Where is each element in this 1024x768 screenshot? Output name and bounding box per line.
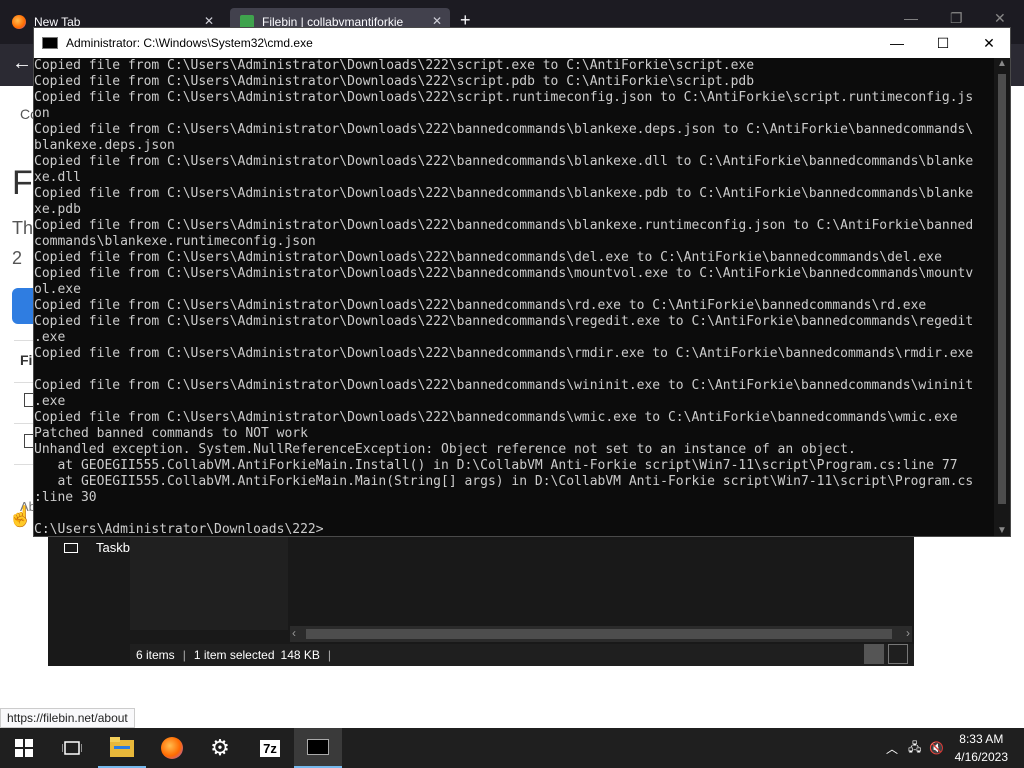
scrollbar-thumb[interactable] [998, 74, 1006, 504]
console-line: Copied file from C:\Users\Administrator\… [34, 218, 974, 233]
console-line: C:\Users\Administrator\Downloads\222> [34, 522, 324, 536]
network-icon[interactable]: 🖧 [908, 738, 921, 759]
clock[interactable]: 8:33 AM 4/16/2023 [955, 730, 1008, 766]
volume-muted-icon[interactable]: 🔇 [929, 741, 944, 755]
console-line: on [34, 106, 50, 121]
task-view-icon [62, 741, 82, 755]
console-line: blankexe.deps.json [34, 138, 175, 153]
large-icons-view-icon[interactable] [888, 644, 908, 664]
console-line: at GEOEGII555.CollabVM.AntiForkieMain.Ma… [34, 474, 974, 489]
console-line: .exe [34, 330, 66, 345]
console-line: Copied file from C:\Users\Administrator\… [34, 266, 974, 281]
taskbar: ⚙ 7z ︿ 🖧 🔇 8:33 AM 4/16/2023 [0, 728, 1024, 768]
console-line: Copied file from C:\Users\Administrator\… [34, 74, 755, 89]
console-line: .exe [34, 394, 66, 409]
page-fragment: Fi [20, 352, 33, 368]
console-line: Copied file from C:\Users\Administrator\… [34, 410, 958, 425]
console-line: :line 30 [34, 490, 97, 505]
7zip-icon: 7z [260, 739, 280, 757]
cmd-title-bar[interactable]: Administrator: C:\Windows\System32\cmd.e… [34, 28, 1010, 58]
scroll-left-icon[interactable]: ‹ [292, 626, 296, 640]
file-explorer-window: Taskb ‹ › 6 items | 1 item selected 148 … [48, 536, 914, 666]
console-line: Copied file from C:\Users\Administrator\… [34, 154, 974, 169]
console-line: commands\blankexe.runtimeconfig.json [34, 234, 316, 249]
settings-button[interactable]: ⚙ [196, 728, 244, 768]
scrollbar-thumb[interactable] [306, 629, 892, 639]
console-line: Copied file from C:\Users\Administrator\… [34, 346, 974, 361]
scroll-up-icon[interactable]: ▲ [997, 58, 1007, 69]
start-icon [15, 739, 33, 757]
console-line: Copied file from C:\Users\Administrator\… [34, 378, 974, 393]
console-line: ol.exe [34, 282, 81, 297]
maximize-button[interactable]: ☐ [920, 28, 966, 58]
close-icon[interactable]: ✕ [432, 14, 442, 28]
selection-size: 148 KB [280, 648, 320, 662]
page-fragment: Th [12, 218, 34, 238]
explorer-status-bar: 6 items | 1 item selected 148 KB | [130, 644, 914, 666]
minimize-button[interactable]: — [874, 28, 920, 58]
console-line: at GEOEGII555.CollabVM.AntiForkieMain.In… [34, 458, 958, 473]
divider [14, 382, 34, 383]
back-arrow-icon[interactable]: ← [12, 52, 32, 75]
nav-item-taskbar[interactable]: Taskb [64, 540, 130, 555]
file-list-column [130, 536, 288, 630]
console-line: Patched banned commands to NOT work [34, 426, 308, 441]
console-line: Copied file from C:\Users\Administrator\… [34, 90, 974, 105]
cmd-window: Administrator: C:\Windows\System32\cmd.e… [33, 27, 1011, 537]
file-explorer-button[interactable] [98, 728, 146, 768]
details-view-icon[interactable] [864, 644, 884, 664]
console-text: Copied file from C:\Users\Administrator\… [34, 58, 996, 536]
clock-time: 8:33 AM [959, 732, 1004, 746]
horizontal-scrollbar[interactable]: ‹ › [290, 626, 912, 642]
hand-cursor-icon: ☝ [8, 506, 33, 528]
console-line: xe.dll [34, 170, 81, 185]
console-line: Copied file from C:\Users\Administrator\… [34, 186, 974, 201]
selection-info: 1 item selected [193, 648, 275, 662]
folder-icon [64, 542, 78, 553]
close-icon[interactable]: ✕ [994, 10, 1006, 27]
firefox-button[interactable] [148, 728, 196, 768]
system-tray: ︿ 🖧 🔇 [886, 728, 944, 768]
link-status-url: https://filebin.net/about [0, 708, 135, 728]
clock-date: 4/16/2023 [954, 750, 1008, 764]
scroll-right-icon[interactable]: › [906, 626, 910, 640]
cmd-title: Administrator: C:\Windows\System32\cmd.e… [66, 36, 313, 50]
console-line: Copied file from C:\Users\Administrator\… [34, 122, 974, 137]
minimize-icon[interactable]: — [904, 10, 918, 26]
close-button[interactable]: ✕ [966, 28, 1012, 58]
page-fragment: 2 [12, 248, 23, 268]
page-heading-fragment: F [12, 164, 33, 202]
navigation-pane: Taskb [48, 536, 130, 664]
7zip-button[interactable]: 7z [246, 728, 294, 768]
vertical-scrollbar[interactable]: ▲ ▼ [994, 58, 1010, 536]
console-line: Copied file from C:\Users\Administrator\… [34, 314, 974, 329]
cmd-icon [42, 37, 58, 49]
divider [14, 423, 34, 424]
console-line: Copied file from C:\Users\Administrator\… [34, 250, 942, 265]
items-count: 6 items [136, 648, 175, 662]
chevron-up-icon[interactable]: ︿ [886, 740, 898, 757]
divider [14, 340, 34, 341]
scroll-down-icon[interactable]: ▼ [997, 525, 1007, 536]
console-output[interactable]: Copied file from C:\Users\Administrator\… [34, 58, 996, 536]
cmd-taskbar-button[interactable] [294, 728, 342, 768]
task-view-button[interactable] [48, 728, 96, 768]
console-line: Copied file from C:\Users\Administrator\… [34, 58, 755, 73]
divider [14, 464, 34, 465]
restore-icon[interactable]: ❐ [950, 10, 963, 27]
start-button[interactable] [0, 728, 48, 768]
console-line: xe.pdb [34, 202, 81, 217]
cmd-icon [307, 739, 329, 755]
console-line: Unhandled exception. System.NullReferenc… [34, 442, 856, 457]
file-explorer-icon [110, 737, 134, 757]
settings-icon: ⚙ [210, 735, 230, 760]
close-icon[interactable]: ✕ [204, 14, 214, 28]
upload-button[interactable] [12, 288, 34, 324]
firefox-icon [12, 15, 26, 29]
firefox-icon [161, 737, 183, 759]
console-line: Copied file from C:\Users\Administrator\… [34, 298, 927, 313]
